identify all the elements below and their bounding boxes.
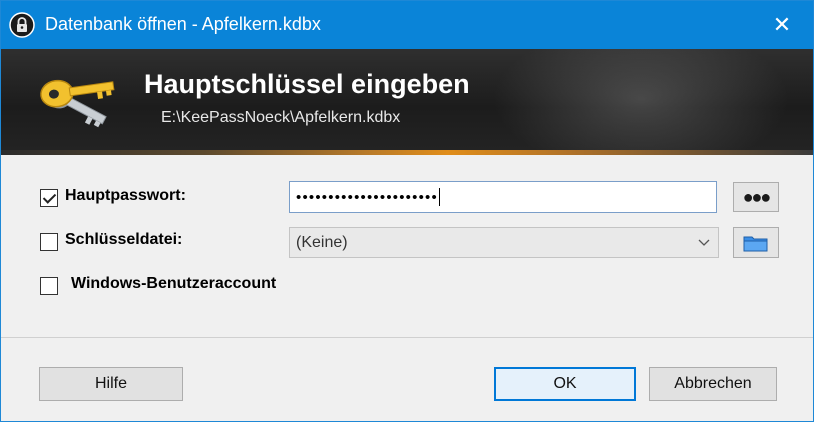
help-button[interactable]: Hilfe	[39, 367, 183, 401]
windows-account-checkbox[interactable]	[40, 277, 58, 295]
title-bar[interactable]: Datenbank öffnen - Apfelkern.kdbx ✕	[1, 1, 813, 49]
help-button-label: Hilfe	[94, 375, 127, 392]
dots-icon: ●●●	[742, 186, 772, 207]
key-file-checkbox[interactable]	[40, 233, 58, 251]
keys-icon	[40, 79, 115, 128]
master-password-label: Hauptpasswort:	[65, 187, 186, 204]
window-title: Datenbank öffnen - Apfelkern.kdbx	[45, 14, 321, 34]
chevron-down-icon	[698, 239, 710, 246]
footer-separator	[1, 337, 813, 338]
dialog-window: Datenbank öffnen - Apfelkern.kdbx ✕ Haup…	[0, 0, 814, 422]
close-button[interactable]: ✕	[751, 1, 813, 49]
ok-button[interactable]: OK	[494, 367, 636, 401]
browse-key-file-button[interactable]	[733, 227, 779, 258]
folder-icon	[743, 236, 768, 251]
password-mask: ••••••••••••••••••••••	[296, 188, 438, 206]
banner-heading: Hauptschlüssel eingeben	[144, 69, 470, 99]
key-file-label: Schlüsseldatei:	[65, 231, 183, 248]
show-password-button[interactable]: ●●●	[733, 182, 779, 212]
database-path: E:\KeePassNoeck\Apfelkern.kdbx	[161, 109, 401, 126]
master-password-checkbox[interactable]	[40, 189, 58, 207]
close-icon: ✕	[772, 12, 792, 37]
key-file-selected: (Keine)	[296, 233, 348, 251]
cancel-button[interactable]: Abbrechen	[649, 367, 777, 401]
windows-account-label: Windows-Benutzeraccount	[71, 275, 277, 292]
text-caret	[438, 188, 440, 206]
banner-accent-stripe	[1, 150, 813, 155]
cancel-button-label: Abbrechen	[674, 375, 752, 392]
banner-glow	[481, 49, 801, 155]
master-password-input[interactable]: ••••••••••••••••••••••	[289, 181, 717, 213]
header-banner: Hauptschlüssel eingeben E:\KeePassNoeck\…	[1, 49, 813, 155]
key-file-select[interactable]: (Keine)	[289, 227, 719, 258]
lock-icon	[9, 12, 35, 38]
ok-button-label: OK	[553, 375, 577, 392]
